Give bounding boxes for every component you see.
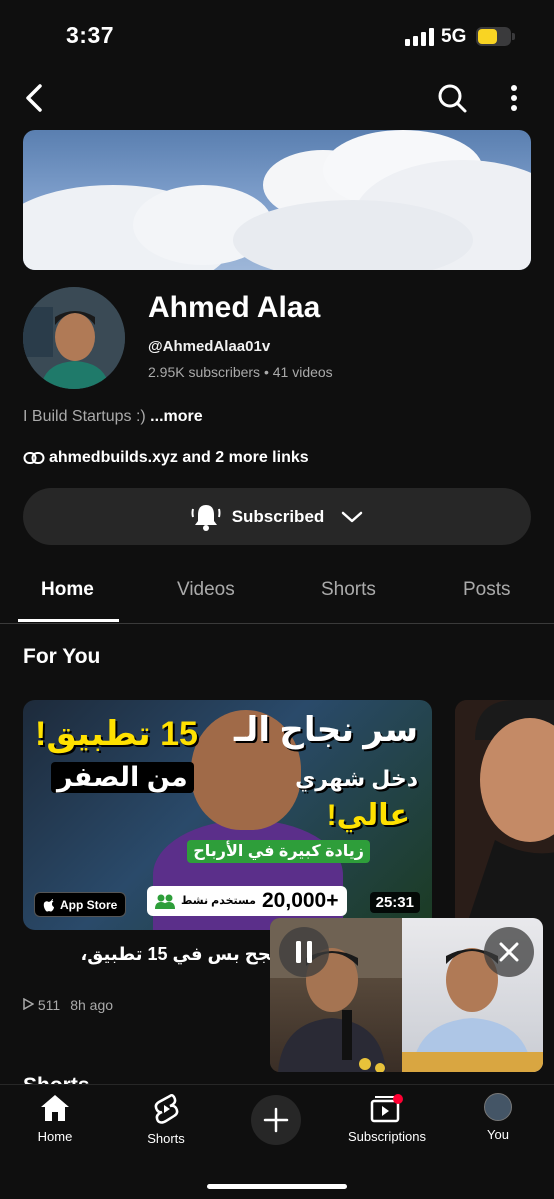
upload-age: 8h ago [70, 997, 114, 1013]
thumbnail-high: عالي! [326, 799, 410, 832]
battery-level [478, 29, 497, 44]
bell-icon [191, 504, 221, 531]
channel-handle: @AhmedAlaa01v [148, 338, 271, 355]
thumbnail-profit-increase: زيادة كبيرة في الأرباح [187, 840, 370, 864]
network-type: 5G [441, 26, 467, 47]
video-meta: 511 8h ago [23, 997, 113, 1013]
back-button[interactable] [14, 76, 54, 120]
tab-posts[interactable]: Posts [463, 579, 511, 601]
bottom-navigation: Home Shorts Subscriptions You [0, 1084, 554, 1199]
close-button[interactable] [484, 927, 534, 977]
subscriber-count: 2.95K subscribers [148, 364, 261, 380]
link-icon [23, 452, 45, 464]
subscriptions-icon [370, 1094, 403, 1123]
channel-links[interactable]: ahmedbuilds.xyz and 2 more links [23, 449, 309, 467]
app-store-badge: App Store [34, 892, 127, 917]
tab-home[interactable]: Home [41, 579, 94, 601]
avatar [484, 1093, 512, 1121]
nav-home-label: Home [37, 1129, 73, 1144]
channel-banner [23, 130, 531, 270]
video-duration: 25:31 [369, 892, 420, 913]
chevron-down-icon [342, 511, 363, 522]
section-title-for-you: For You [23, 645, 101, 668]
video-count: 41 videos [272, 364, 333, 380]
tab-shorts[interactable]: Shorts [321, 579, 376, 601]
app-store-label: App Store [60, 897, 118, 912]
video-thumbnail[interactable]: سر نجاح الـ 15 تطبيق! من الصفر دخل شهري … [23, 700, 432, 930]
subscribed-button[interactable]: Subscribed [23, 488, 531, 545]
nav-you-label: You [487, 1127, 509, 1142]
users-icon [155, 894, 175, 909]
channel-stats: 2.95K subscribers • 41 videos [148, 364, 333, 380]
nav-subscriptions-label: Subscriptions [347, 1129, 427, 1144]
plus-icon [263, 1107, 289, 1133]
thumbnail-headline-highlight: 15 تطبيق! [35, 715, 198, 753]
pause-button[interactable] [279, 927, 329, 977]
signal-icon [405, 28, 434, 46]
battery-icon [476, 27, 515, 46]
thumbnail-monthly-income: دخل شهري [295, 766, 418, 791]
nav-subscriptions[interactable]: Subscriptions [337, 1093, 437, 1144]
home-icon [41, 1095, 69, 1121]
create-button[interactable] [251, 1095, 301, 1145]
top-bar [0, 76, 554, 120]
play-outline-icon [23, 997, 35, 1011]
channel-name: Ahmed Alaa [148, 291, 321, 324]
tab-videos[interactable]: Videos [177, 579, 235, 601]
close-icon [499, 942, 519, 962]
more-vertical-icon [511, 85, 517, 111]
channel-bio[interactable]: I Build Startups :) ...more [23, 408, 203, 426]
subscribed-label: Subscribed [231, 506, 325, 526]
thumbnail-from-zero: من الصفر [51, 762, 194, 793]
search-button[interactable] [430, 76, 474, 120]
status-time: 3:37 [66, 22, 115, 48]
mini-player[interactable] [270, 918, 543, 1072]
view-count: 511 [37, 997, 61, 1013]
nav-shorts[interactable]: Shorts [116, 1093, 216, 1146]
thumbnail-headline: سر نجاح الـ [233, 711, 418, 749]
bio-text: I Build Startups :) [23, 408, 146, 425]
channel-tabs: Home Videos Shorts Posts [0, 563, 554, 624]
bio-more-link[interactable]: ...more [150, 408, 202, 425]
stats-separator: • [263, 364, 269, 380]
more-options-button[interactable] [496, 76, 532, 120]
users-count: 20,000+ [262, 889, 339, 912]
active-tab-indicator [18, 619, 119, 622]
search-icon [438, 84, 467, 113]
channel-avatar[interactable] [23, 287, 125, 389]
nav-you[interactable]: You [448, 1093, 548, 1142]
video-thumbnail-next[interactable] [455, 700, 554, 930]
apple-icon [43, 898, 54, 911]
users-label: مستخدم نشط [181, 894, 256, 907]
nav-home[interactable]: Home [5, 1093, 105, 1144]
nav-shorts-label: Shorts [147, 1131, 185, 1146]
views: 511 [23, 997, 60, 1013]
home-indicator [207, 1184, 347, 1189]
shorts-icon [154, 1093, 179, 1124]
links-text: ahmedbuilds.xyz and 2 more links [49, 449, 309, 466]
users-badge: مستخدم نشط 20,000+ [147, 886, 347, 916]
status-bar: 3:37 5G [0, 0, 554, 70]
chevron-left-icon [26, 84, 42, 112]
pause-icon [296, 941, 312, 963]
